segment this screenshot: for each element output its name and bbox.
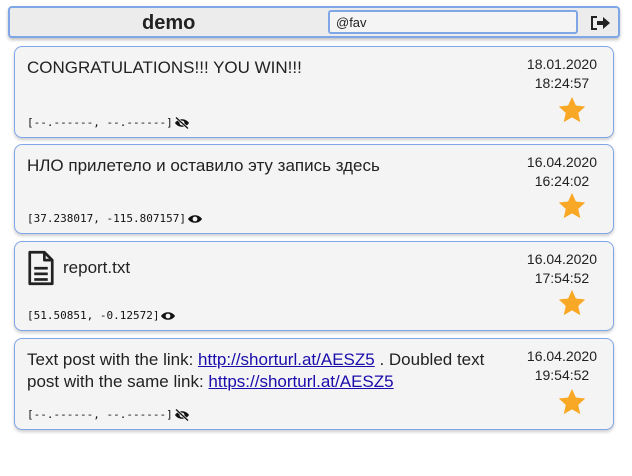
- post-time: 18:24:57: [534, 75, 590, 91]
- eye-icon[interactable]: [160, 310, 176, 322]
- post-location: [--.------, --.------]: [27, 116, 190, 129]
- app-title: demo: [142, 12, 196, 34]
- top-bar: demo: [8, 6, 620, 38]
- post-card: CONGRATULATIONS!!! YOU WIN!!! 18.01.2020…: [14, 46, 614, 138]
- star-icon[interactable]: [557, 288, 587, 318]
- post-date: 16.04.2020: [526, 154, 597, 170]
- post-text: Text post with the link: http://shorturl…: [27, 349, 487, 393]
- post-location: [--.------, --.------]: [27, 408, 190, 421]
- post-card: Text post with the link: http://shorturl…: [14, 338, 614, 430]
- post-link[interactable]: http://shorturl.at/AESZ5: [198, 350, 375, 369]
- post-time: 17:54:52: [534, 270, 590, 286]
- post-date: 16.04.2020: [526, 348, 597, 364]
- post-coords: [51.50851, -0.12572]: [27, 309, 160, 322]
- post-datetime: 16.04.2020 19:54:52: [527, 347, 597, 385]
- post-coords: [37.238017, -115.807157]: [27, 212, 186, 225]
- post-coords: [--.------, --.------]: [27, 116, 173, 129]
- search-input[interactable]: [328, 10, 578, 34]
- post-datetime: 16.04.2020 16:24:02: [527, 153, 597, 191]
- eye-slash-icon[interactable]: [174, 408, 190, 421]
- post-attachment[interactable]: report.txt: [27, 250, 487, 286]
- post-time: 16:24:02: [534, 173, 590, 189]
- post-time: 19:54:52: [534, 367, 590, 383]
- eye-icon[interactable]: [187, 213, 203, 225]
- post-date: 16.04.2020: [526, 251, 597, 267]
- eye-slash-icon[interactable]: [174, 116, 190, 129]
- post-datetime: 18.01.2020 18:24:57: [527, 55, 597, 93]
- post-location: [37.238017, -115.807157]: [27, 212, 203, 225]
- file-name: report.txt: [63, 258, 131, 277]
- post-card: НЛО прилетело и оставило эту запись здес…: [14, 144, 614, 234]
- post-link[interactable]: https://shorturl.at/AESZ5: [208, 372, 393, 391]
- star-icon[interactable]: [557, 95, 587, 125]
- post-datetime: 16.04.2020 17:54:52: [527, 250, 597, 288]
- sign-out-icon[interactable]: [588, 12, 612, 34]
- file-text-icon: [28, 250, 54, 286]
- post-date: 18.01.2020: [526, 56, 597, 72]
- post-coords: [--.------, --.------]: [27, 408, 173, 421]
- post-text: CONGRATULATIONS!!! YOU WIN!!!: [27, 58, 302, 77]
- post-text: НЛО прилетело и оставило эту запись здес…: [27, 156, 380, 175]
- post-card: report.txt 16.04.2020 17:54:52 [51.50851…: [14, 241, 614, 331]
- post-location: [51.50851, -0.12572]: [27, 309, 176, 322]
- post-text-part: Text post with the link:: [27, 350, 199, 369]
- star-icon[interactable]: [557, 387, 587, 417]
- star-icon[interactable]: [557, 191, 587, 221]
